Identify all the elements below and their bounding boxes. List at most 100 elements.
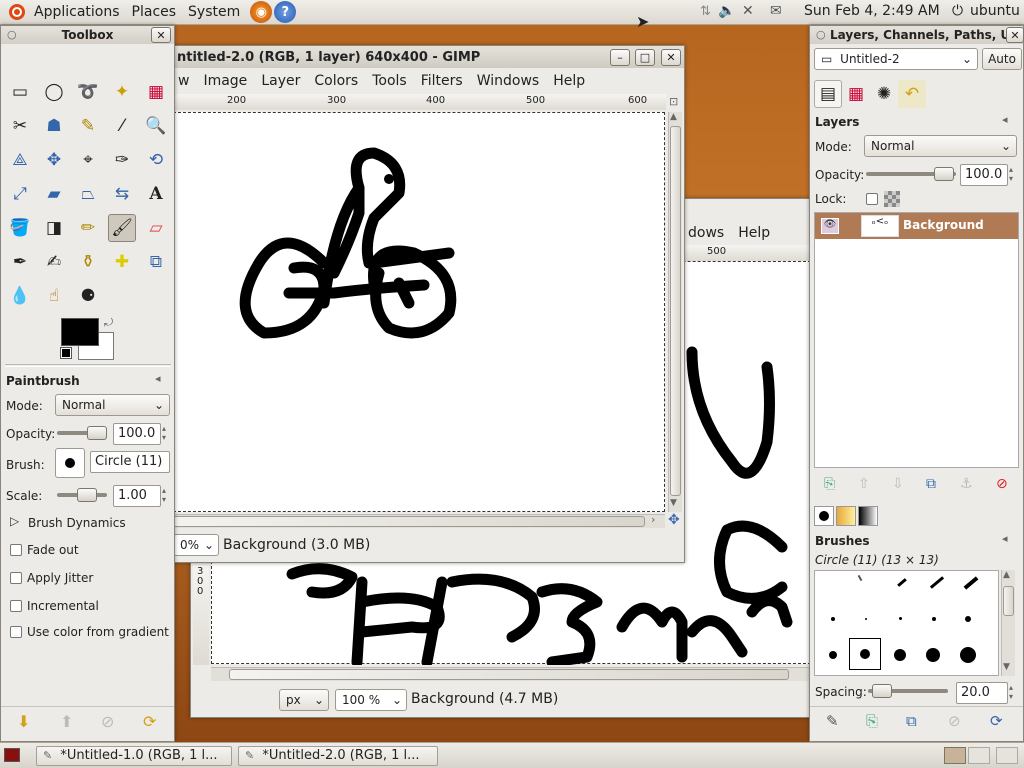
minimize-button[interactable]: – — [610, 49, 630, 66]
auto-button[interactable]: Auto — [982, 48, 1022, 70]
spin-icon[interactable]: ▴ ▾ — [162, 486, 166, 504]
back-horizontal-scrollbar[interactable] — [211, 667, 811, 681]
menu-applications[interactable]: Applications — [28, 4, 126, 20]
scroll-up-icon[interactable]: ▲ — [1003, 570, 1010, 580]
image-select[interactable]: ▭ Untitled-2 ⌄ — [814, 48, 978, 70]
spin-icon[interactable]: ▴ ▾ — [1009, 165, 1013, 183]
select-by-color-icon[interactable]: ▦ — [142, 78, 170, 106]
close-button[interactable]: ✕ — [661, 49, 681, 66]
paths-tab-icon[interactable]: ✺ — [870, 80, 898, 108]
opacity-slider-knob[interactable] — [87, 426, 107, 440]
mail-icon[interactable]: ✉ — [770, 3, 782, 19]
menu-help[interactable]: Help — [546, 73, 592, 89]
workspace-1[interactable] — [944, 747, 966, 764]
lock-pixels-checkbox[interactable] — [866, 193, 878, 205]
move-icon[interactable]: ✥ — [40, 146, 68, 174]
workspace-2[interactable] — [968, 747, 990, 764]
brush-item[interactable] — [894, 649, 906, 661]
ubuntu-logo-icon[interactable] — [6, 1, 28, 23]
scroll-up-icon[interactable]: ▲ — [670, 112, 677, 122]
zoom-select[interactable]: 100 % ⌄ — [335, 689, 407, 711]
menu-tools[interactable]: Tools — [365, 73, 414, 89]
scale-icon[interactable]: ⤢ — [6, 180, 34, 208]
lock-alpha-icon[interactable] — [884, 191, 900, 207]
scissors-icon[interactable]: ✂ — [6, 112, 34, 140]
layer-mode-select[interactable]: Normal ⌄ — [864, 135, 1017, 157]
lower-layer-icon[interactable]: ⇩ — [892, 476, 904, 492]
zoom-select[interactable]: 0% ⌄ — [173, 534, 219, 556]
layers-tab-icon[interactable]: ▤ — [814, 80, 842, 108]
heal-icon[interactable]: ✚ — [108, 248, 136, 276]
brush-item[interactable] — [897, 578, 907, 587]
trash-icon[interactable] — [996, 747, 1018, 764]
configure-tab-icon[interactable]: ◂ — [155, 372, 161, 385]
align-icon[interactable]: ⌖ — [74, 146, 102, 174]
save-options-icon[interactable]: ⬇ — [17, 712, 30, 731]
scroll-thumb[interactable] — [173, 516, 645, 527]
close-button[interactable]: ✕ — [151, 27, 171, 43]
menu-image[interactable]: Image — [196, 73, 254, 89]
layer-row-background[interactable]: 👁 ₒ<ₒ Background — [815, 213, 1018, 239]
scroll-thumb[interactable] — [1003, 586, 1014, 616]
spacing-knob[interactable] — [872, 684, 892, 698]
delete-options-icon[interactable]: ⊘ — [101, 712, 114, 731]
clock[interactable]: Sun Feb 4, 2:49 AM — [804, 3, 940, 19]
user-name[interactable]: ubuntu — [970, 3, 1020, 19]
fade-out-checkbox[interactable] — [10, 544, 22, 556]
layers-dock-titlebar[interactable]: Layers, Channels, Paths, U — [810, 26, 1023, 44]
brush-preview-button[interactable] — [55, 448, 85, 478]
brush-item-selected[interactable] — [849, 638, 881, 670]
spin-icon[interactable]: ▴ ▾ — [162, 424, 166, 442]
taskbar-item-untitled-1[interactable]: ✎ *Untitled-1.0 (RGB, 1 l... — [36, 746, 232, 766]
toolbox-titlebar[interactable]: Toolbox — [1, 26, 174, 44]
brush-item[interactable] — [857, 574, 863, 582]
eraser-icon[interactable]: ▱ — [142, 214, 170, 242]
front-vertical-scrollbar[interactable]: ▲ ▼ — [668, 112, 682, 512]
scroll-thumb[interactable] — [229, 669, 789, 680]
spacing-field[interactable]: 20.0 — [956, 682, 1008, 704]
front-canvas[interactable] — [173, 112, 665, 512]
brush-item[interactable] — [965, 616, 971, 622]
rect-select-icon[interactable]: ▭ — [6, 78, 34, 106]
foreground-color-swatch[interactable] — [61, 318, 99, 346]
new-layer-icon[interactable]: ⎘ — [824, 476, 835, 492]
airbrush-icon[interactable]: ✒ — [6, 248, 34, 276]
opacity-field[interactable]: 100.0 — [113, 423, 161, 445]
gradients-tab-icon[interactable] — [858, 506, 878, 526]
undo-tab-icon[interactable]: ↶ — [898, 80, 926, 108]
scroll-down-icon[interactable]: ▼ — [1003, 662, 1010, 672]
brush-item[interactable] — [899, 617, 902, 620]
brush-item[interactable] — [963, 576, 979, 590]
menu-places[interactable]: Places — [126, 4, 183, 20]
brush-item[interactable] — [960, 647, 976, 663]
brush-item[interactable] — [926, 648, 940, 662]
brushes-grid[interactable] — [814, 570, 999, 676]
firefox-icon[interactable]: ◉ — [250, 1, 273, 23]
close-button[interactable]: ✕ — [1006, 27, 1024, 43]
rotate-icon[interactable]: ⟲ — [142, 146, 170, 174]
maximize-button[interactable]: □ — [635, 49, 655, 66]
menu-filters[interactable]: Filters — [414, 73, 470, 89]
brush-item[interactable] — [932, 617, 936, 621]
restore-options-icon[interactable]: ⬆ — [60, 712, 73, 731]
expander-arrow-icon[interactable]: ▷ — [10, 514, 19, 528]
help-icon[interactable]: ? — [274, 1, 297, 23]
scroll-thumb[interactable] — [670, 126, 681, 496]
brush-item[interactable] — [929, 576, 945, 589]
duplicate-layer-icon[interactable]: ⧉ — [926, 476, 936, 492]
refresh-brushes-icon[interactable]: ⟳ — [990, 712, 1003, 730]
menu-windows[interactable]: dows — [681, 225, 731, 241]
perspective-clone-icon[interactable]: ⧉ — [142, 248, 170, 276]
scroll-down-icon[interactable]: ▼ — [670, 498, 677, 508]
network-disconnected-icon[interactable]: ✕ — [742, 3, 754, 19]
edit-brush-icon[interactable]: ✎ — [826, 712, 839, 730]
brush-item[interactable] — [831, 617, 835, 621]
delete-brush-icon[interactable]: ⊘ — [948, 712, 961, 730]
front-titlebar[interactable]: ntitled-2.0 (RGB, 1 layer) 640x400 - GIM… — [171, 46, 684, 68]
eye-icon[interactable]: 👁 — [821, 218, 839, 234]
free-select-icon[interactable]: ➰ — [74, 78, 102, 106]
mode-select[interactable]: Normal ⌄ — [55, 394, 170, 416]
patterns-tab-icon[interactable] — [836, 506, 856, 526]
layer-name[interactable]: Background — [903, 218, 984, 232]
ellipse-select-icon[interactable]: ◯ — [40, 78, 68, 106]
